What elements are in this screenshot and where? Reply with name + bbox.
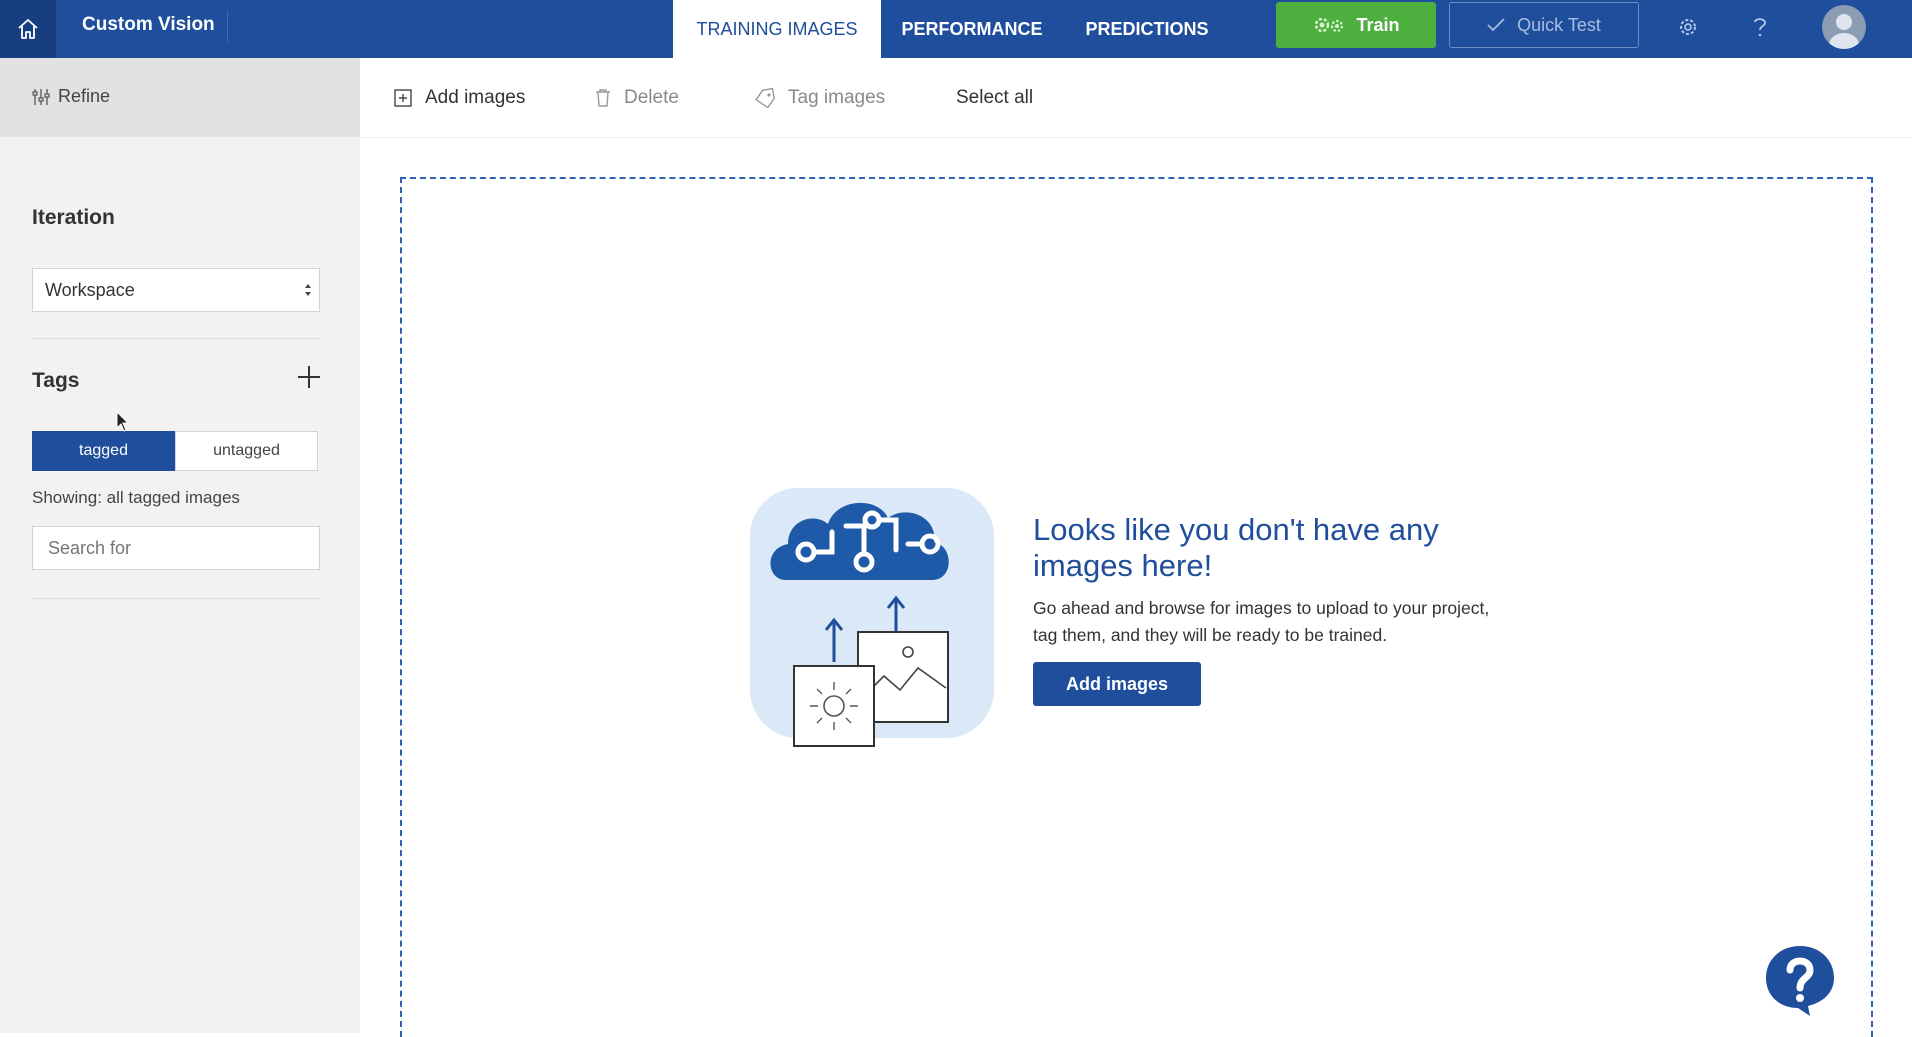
help-button[interactable] <box>1743 10 1777 44</box>
select-arrows-icon <box>305 284 311 296</box>
refine-bar: Refine <box>0 58 360 137</box>
empty-state-title: Looks like you don't have any images her… <box>1033 512 1439 583</box>
settings-button[interactable] <box>1671 10 1705 44</box>
tag-images-label: Tag images <box>788 87 886 108</box>
tab-predictions[interactable]: PREDICTIONS <box>1074 0 1220 58</box>
sliders-icon <box>32 88 50 105</box>
upload-illustration-icon <box>750 488 994 747</box>
home-button[interactable] <box>0 0 56 58</box>
quick-test-button[interactable]: Quick Test <box>1449 2 1639 48</box>
refine-label: Refine <box>58 86 111 106</box>
filter-tagged-button[interactable]: tagged <box>32 431 175 471</box>
refine-button[interactable]: Refine <box>32 86 110 107</box>
add-image-icon <box>394 89 412 107</box>
tag-icon <box>755 88 775 108</box>
home-icon <box>18 19 38 39</box>
app-title[interactable]: Custom Vision <box>82 0 215 58</box>
select-all-label: Select all <box>956 87 1034 108</box>
add-images-label: Add images <box>425 87 526 108</box>
tag-images-tool[interactable]: Tag images <box>754 87 885 109</box>
title-divider <box>227 12 228 42</box>
divider <box>32 598 320 599</box>
iteration-heading: Iteration <box>32 206 115 229</box>
checkmark-icon <box>1487 18 1505 32</box>
train-label: Train <box>1356 14 1400 35</box>
tab-performance[interactable]: PERFORMANCE <box>890 0 1054 58</box>
tags-heading: Tags <box>32 369 80 392</box>
tab-training-images[interactable]: TRAINING IMAGES <box>673 0 881 58</box>
gears-icon <box>1315 17 1344 33</box>
help-icon <box>1754 18 1766 37</box>
top-bar: Custom Vision TRAINING IMAGES PERFORMANC… <box>0 0 1912 58</box>
select-all-button[interactable]: Select all <box>956 87 1033 109</box>
add-images-button[interactable]: Add images <box>1033 662 1201 706</box>
iteration-select[interactable]: Workspace <box>32 268 320 312</box>
delete-label: Delete <box>624 87 679 108</box>
toolbar: Add images Delete Tag images Select all <box>360 58 1912 138</box>
delete-tool[interactable]: Delete <box>594 87 679 109</box>
mouse-cursor-icon <box>116 411 130 432</box>
sidebar: Refine Iteration Workspace Tags tagged u… <box>0 58 360 1033</box>
showing-text: Showing: all tagged images <box>32 488 240 507</box>
divider <box>32 338 320 339</box>
filter-untagged-button[interactable]: untagged <box>175 431 318 471</box>
help-chat-icon[interactable] <box>1762 942 1838 1018</box>
iteration-selected-value: Workspace <box>45 279 135 300</box>
add-tag-icon[interactable] <box>296 364 322 390</box>
add-images-tool[interactable]: Add images <box>393 87 525 109</box>
avatar-icon <box>1829 14 1859 49</box>
empty-state-description: Go ahead and browse for images to upload… <box>1033 598 1490 645</box>
quick-test-label: Quick Test <box>1517 14 1601 35</box>
train-button[interactable]: Train <box>1276 2 1436 48</box>
trash-icon <box>596 89 610 107</box>
settings-icon <box>1680 19 1696 35</box>
avatar[interactable] <box>1822 5 1866 49</box>
tag-search-input[interactable] <box>32 526 320 570</box>
